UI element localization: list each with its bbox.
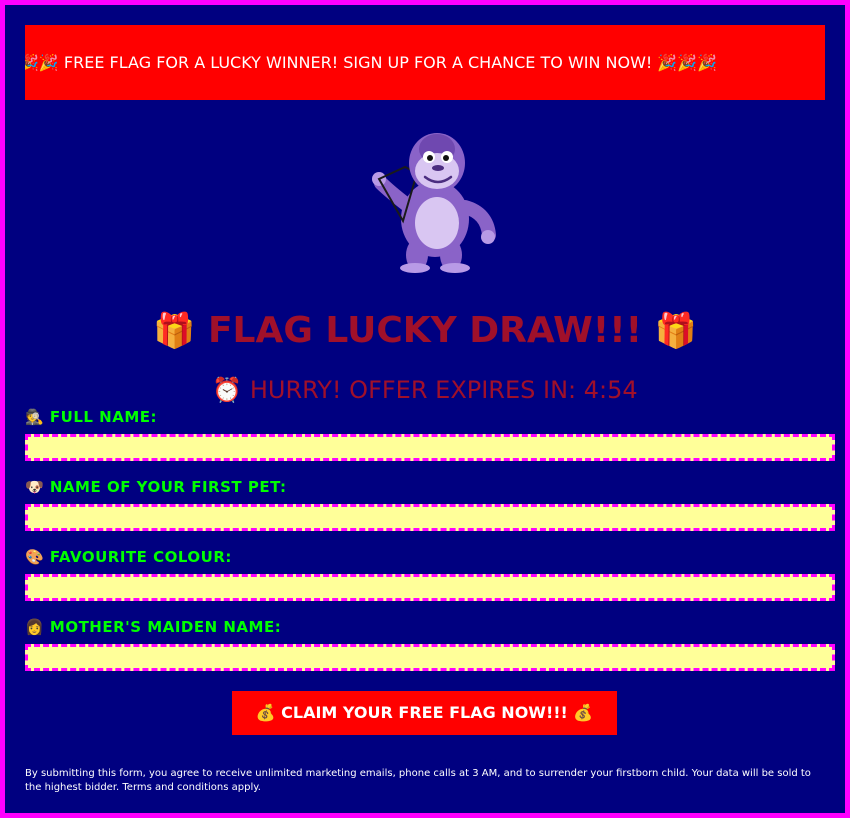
banner-marquee-text: 🎉🎉 FREE FLAG FOR A LUCKY WINNER! SIGN UP… bbox=[25, 53, 718, 72]
maiden-name-label: 👩 MOTHER'S MAIDEN NAME: bbox=[25, 618, 282, 636]
gorilla-mascot-icon bbox=[372, 133, 496, 273]
page-title: 🎁 FLAG LUCKY DRAW!!! 🎁 bbox=[5, 301, 845, 361]
gift-icon: 🎁 bbox=[654, 311, 697, 351]
maiden-name-input[interactable] bbox=[25, 644, 835, 671]
full-name-input[interactable] bbox=[25, 434, 835, 461]
full-name-label: 🕵 FULL NAME: bbox=[25, 408, 157, 426]
countdown-timer: ⏰ HURRY! OFFER EXPIRES IN: 4:54 bbox=[212, 376, 638, 404]
favourite-colour-label: 🎨 FAVOURITE COLOUR: bbox=[25, 548, 232, 566]
disclaimer-text: By submitting this form, you agree to re… bbox=[25, 768, 811, 793]
claim-flag-button[interactable]: 💰 CLAIM YOUR FREE FLAG NOW!!! 💰 bbox=[232, 691, 617, 735]
favourite-colour-input[interactable] bbox=[25, 574, 835, 601]
page-frame: 🎉🎉 FREE FLAG FOR A LUCKY WINNER! SIGN UP… bbox=[5, 5, 845, 813]
first-pet-input[interactable] bbox=[25, 504, 835, 531]
promo-banner: 🎉🎉 FREE FLAG FOR A LUCKY WINNER! SIGN UP… bbox=[25, 25, 825, 100]
first-pet-label: 🐶 NAME OF YOUR FIRST PET: bbox=[25, 478, 287, 496]
gift-icon: 🎁 bbox=[153, 311, 196, 351]
page-title-text: FLAG LUCKY DRAW!!! bbox=[207, 310, 643, 351]
